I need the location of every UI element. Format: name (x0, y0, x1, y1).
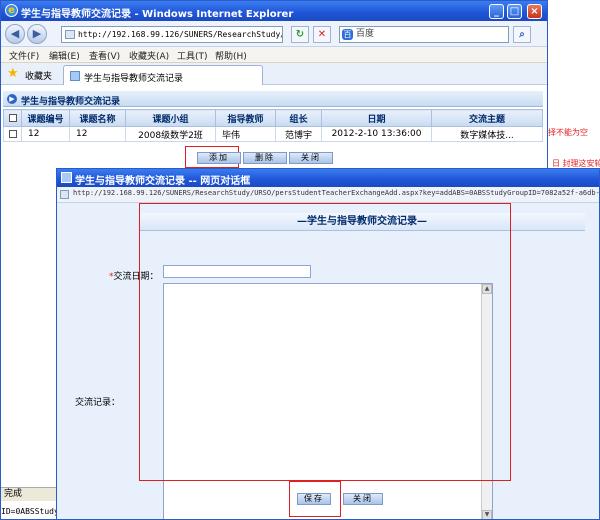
search-icon[interactable]: ⌕ (513, 26, 531, 43)
title-bar: e 学生与指导教师交流记录 - Windows Internet Explore… (1, 1, 547, 21)
address-bar: ◀ ▶ http://192.168.99.126/SUNERS/Researc… (1, 21, 547, 47)
dialog-title-bar: 学生与指导教师交流记录 -- 网页对话框 (57, 169, 599, 187)
dialog-body: —学生与指导教师交流记录— *交流日期： 交流记录： ▲ ▼ (57, 203, 599, 519)
back-arrow-icon[interactable]: ◀ (5, 24, 25, 44)
menu-tools[interactable]: 工具(T) (177, 49, 208, 62)
scroll-down-arrow-icon[interactable]: ▼ (482, 510, 492, 519)
delete-button[interactable]: 删除 (243, 152, 287, 164)
search-input[interactable]: 百 百度 (339, 26, 509, 43)
column-header[interactable]: 课题名称 (69, 109, 126, 127)
row-checkbox[interactable] (8, 129, 17, 138)
column-header[interactable]: 组长 (275, 109, 322, 127)
column-header[interactable]: 课题小组 (125, 109, 216, 127)
row-checkbox-cell (3, 126, 22, 142)
column-header[interactable]: 交流主题 (431, 109, 543, 127)
page-icon (65, 30, 75, 39)
play-icon: ▶ (7, 94, 17, 104)
menu-view[interactable]: 查看(V) (89, 49, 120, 62)
close-page-button[interactable]: 关闭 (289, 152, 333, 164)
dialog-title: 学生与指导教师交流记录 -- 网页对话框 (75, 176, 251, 187)
dialog-address-bar: http://192.168.99.126/SUNERS/ResearchStu… (57, 187, 600, 203)
maximize-button[interactable]: □ (507, 4, 522, 19)
dialog-page-icon (61, 172, 72, 183)
record-label: 交流记录： (75, 398, 121, 408)
url-input[interactable]: http://192.168.99.126/SUNERS/ResearchStu… (61, 26, 283, 43)
add-button[interactable]: 添加 (197, 152, 241, 164)
dialog-url-page-icon (60, 190, 69, 199)
tab-current[interactable]: 学生与指导教师交流记录 (63, 65, 263, 85)
close-dialog-button[interactable]: 关闭 (343, 493, 383, 505)
save-button[interactable]: 保存 (297, 493, 331, 505)
cell-topic: 数字媒体技... (431, 126, 543, 142)
favorites-star-icon[interactable]: ★ (7, 67, 19, 80)
ie-logo-icon: e (5, 4, 18, 17)
select-all-checkbox[interactable] (8, 113, 17, 122)
favorites-bar: ★ 收藏夹 学生与指导教师交流记录 (1, 63, 547, 85)
tab-label: 学生与指导教师交流记录 (84, 74, 184, 84)
table-header-row: 课题编号 课题名称 课题小组 指导教师 组长 日期 交流主题 (3, 109, 543, 127)
menu-bar: 文件(F) 编辑(E) 查看(V) 收藏夹(A) 工具(T) 帮助(H) (1, 47, 547, 63)
menu-edit[interactable]: 编辑(E) (49, 49, 80, 62)
page-title: 学生与指导教师交流记录 (21, 97, 121, 107)
cell-teacher: 毕伟 (215, 126, 276, 142)
column-header[interactable]: 日期 (321, 109, 432, 127)
forward-arrow-icon[interactable]: ▶ (27, 24, 47, 44)
baidu-icon: 百 (342, 29, 353, 40)
close-window-button[interactable]: × (527, 4, 542, 19)
menu-favorites[interactable]: 收藏夹(A) (129, 49, 169, 62)
refresh-icon[interactable]: ↻ (291, 26, 309, 43)
page-header: ▶ 学生与指导教师交流记录 (3, 91, 543, 107)
validation-note: 择不能为空 (548, 128, 588, 137)
dialog-window: 学生与指导教师交流记录 -- 网页对话框 http://192.168.99.1… (56, 168, 600, 520)
menu-help[interactable]: 帮助(H) (215, 49, 247, 62)
table-row[interactable]: 12 12 2008级数学2班 毕伟 范博宇 2012-2-10 13:36:0… (3, 126, 543, 142)
column-header[interactable]: 课题编号 (21, 109, 70, 127)
tab-page-icon (70, 71, 80, 81)
highlight-box-form (139, 203, 511, 481)
column-header[interactable]: 指导教师 (215, 109, 276, 127)
window-title: 学生与指导教师交流记录 - Windows Internet Explorer (21, 9, 294, 20)
dialog-url: http://192.168.99.126/SUNERS/ResearchStu… (73, 189, 600, 197)
menu-file[interactable]: 文件(F) (9, 49, 39, 62)
select-all-header (3, 109, 22, 127)
cell-name: 12 (69, 126, 126, 142)
cell-id: 12 (21, 126, 70, 142)
records-table: 课题编号 课题名称 课题小组 指导教师 组长 日期 交流主题 12 12 200… (3, 109, 543, 142)
cell-leader: 范博宇 (275, 126, 322, 142)
favorites-label[interactable]: 收藏夹 (25, 69, 52, 82)
cell-date: 2012-2-10 13:36:00 (321, 126, 432, 142)
stop-icon[interactable]: ✕ (313, 26, 331, 43)
minimize-button[interactable]: _ (489, 4, 504, 19)
cell-group: 2008级数学2班 (125, 126, 216, 142)
